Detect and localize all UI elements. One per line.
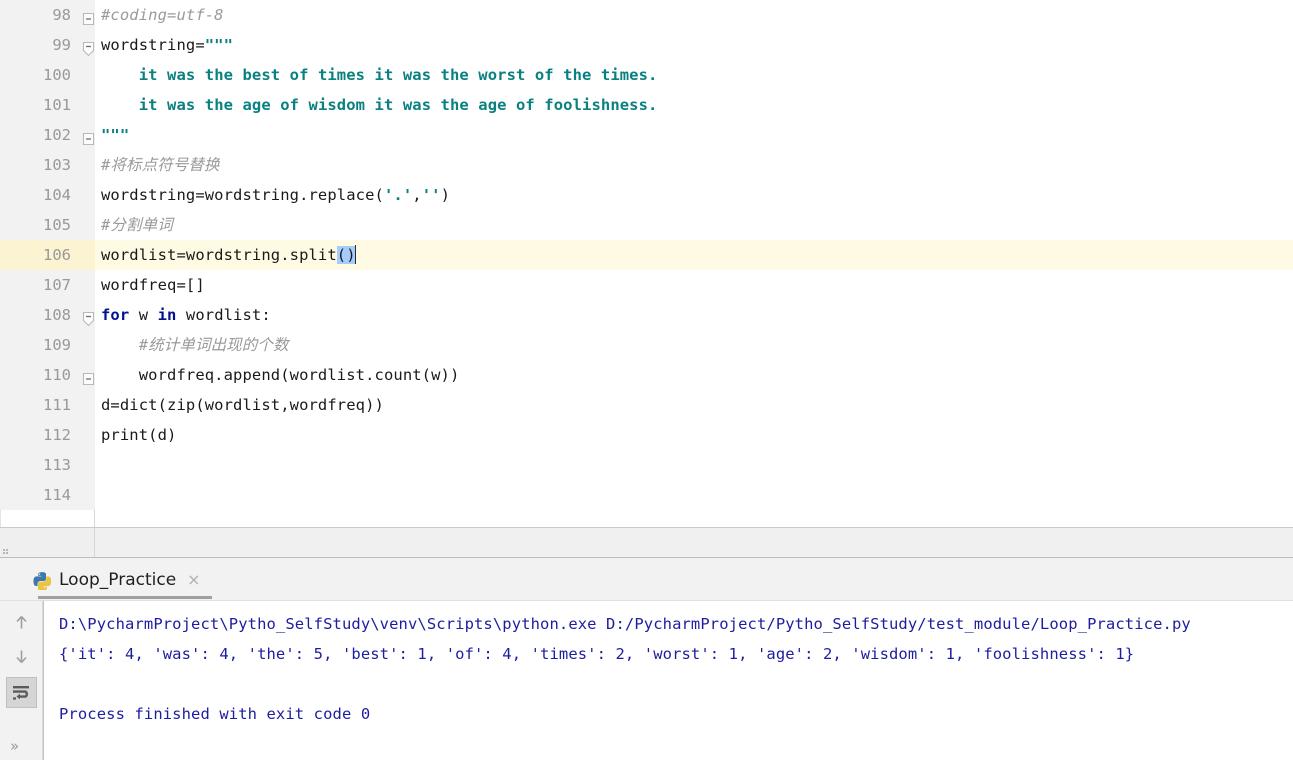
line-number: 102: [0, 120, 95, 150]
text-caret: [354, 245, 357, 264]
fold-collapse-icon[interactable]: [80, 37, 95, 57]
line-number: 111: [0, 390, 95, 420]
code-text[interactable]: wordstring=wordstring.replace('.',''): [95, 180, 1293, 210]
code-text[interactable]: d=dict(zip(wordlist,wordfreq)): [95, 390, 1293, 420]
fold-end-icon[interactable]: [80, 367, 95, 386]
code-text[interactable]: it was the age of wisdom it was the age …: [95, 90, 1293, 120]
line-number: 104: [0, 180, 95, 210]
code-line-103[interactable]: 103 #将标点符号替换: [0, 150, 1293, 180]
text-selection[interactable]: (): [336, 246, 356, 264]
code-line-107[interactable]: 107 wordfreq=[]: [0, 270, 1293, 300]
more-options-icon[interactable]: »: [10, 737, 19, 755]
code-line-112[interactable]: 112 print(d): [0, 420, 1293, 450]
code-line-108[interactable]: 108 for w in wordlist:: [0, 300, 1293, 330]
fold-collapse-icon[interactable]: [80, 307, 95, 327]
console-toolbar: »: [0, 601, 43, 760]
console-line-0: D:\PycharmProject\Pytho_SelfStudy\venv\S…: [59, 615, 1191, 633]
line-number: 110: [0, 360, 95, 390]
line-number: 114: [0, 480, 95, 510]
code-line-104[interactable]: 104 wordstring=wordstring.replace('.',''): [0, 180, 1293, 210]
python-icon: [32, 571, 52, 591]
code-text[interactable]: [95, 480, 1293, 510]
code-text[interactable]: #分割单词: [95, 210, 1293, 240]
console-line-1: {'it': 4, 'was': 4, 'the': 5, 'best': 1,…: [59, 645, 1135, 663]
code-text[interactable]: wordfreq=[]: [95, 270, 1293, 300]
line-number: 98: [0, 0, 95, 30]
code-text[interactable]: wordstring=""": [95, 30, 1293, 60]
code-line-111[interactable]: 111 d=dict(zip(wordlist,wordfreq)): [0, 390, 1293, 420]
fold-end-icon[interactable]: [80, 127, 95, 146]
code-lines[interactable]: 98 #coding=utf-8 99 wordstring=""" 100 it wa…: [0, 0, 1293, 510]
line-number: 112: [0, 420, 95, 450]
console-output[interactable]: D:\PycharmProject\Pytho_SelfStudy\venv\S…: [44, 601, 1293, 760]
line-number: 106: [0, 240, 95, 270]
code-line-105[interactable]: 105 #分割单词: [0, 210, 1293, 240]
console-tab-bar: : Loop_Practice ×: [0, 558, 1293, 601]
code-text[interactable]: """: [95, 120, 1293, 150]
editor-console-splitter[interactable]: [0, 527, 1293, 558]
code-text[interactable]: #coding=utf-8: [95, 0, 1293, 30]
code-text[interactable]: for w in wordlist:: [95, 300, 1293, 330]
code-editor[interactable]: 98 #coding=utf-8 99 wordstring=""" 100 it wa…: [0, 0, 1293, 527]
line-number: 108: [0, 300, 95, 330]
code-line-110[interactable]: 110 wordfreq.append(wordlist.count(w)): [0, 360, 1293, 390]
scroll-up-button[interactable]: [6, 607, 37, 638]
line-number: 103: [0, 150, 95, 180]
console-tab-loop-practice[interactable]: Loop_Practice ×: [24, 560, 212, 600]
code-line-114[interactable]: 114: [0, 480, 1293, 510]
code-line-98[interactable]: 98 #coding=utf-8: [0, 0, 1293, 30]
line-number: 100: [0, 60, 95, 90]
code-text[interactable]: [95, 450, 1293, 480]
code-line-106[interactable]: 106 wordlist=wordstring.split(): [0, 240, 1293, 270]
code-text[interactable]: wordlist=wordstring.split(): [95, 240, 1293, 270]
code-text[interactable]: wordfreq.append(wordlist.count(w)): [95, 360, 1293, 390]
line-number: 113: [0, 450, 95, 480]
line-number: 99: [0, 30, 95, 60]
line-number: 101: [0, 90, 95, 120]
console-line-3: Process finished with exit code 0: [59, 705, 371, 723]
line-number: 105: [0, 210, 95, 240]
code-text[interactable]: #将标点符号替换: [95, 150, 1293, 180]
console-line-2: [59, 669, 1293, 699]
code-text[interactable]: it was the best of times it was the wors…: [95, 60, 1293, 90]
code-line-99[interactable]: 99 wordstring=""": [0, 30, 1293, 60]
soft-wrap-icon[interactable]: [6, 677, 37, 708]
line-number: 109: [0, 330, 95, 360]
tab-active-underline: [38, 596, 212, 599]
code-line-113[interactable]: 113: [0, 450, 1293, 480]
line-number: 107: [0, 270, 95, 300]
code-line-109[interactable]: 109 #统计单词出现的个数: [0, 330, 1293, 360]
code-text[interactable]: print(d): [95, 420, 1293, 450]
console-tab-title: Loop_Practice: [59, 570, 177, 590]
code-line-101[interactable]: 101 it was the age of wisdom it was the …: [0, 90, 1293, 120]
close-icon[interactable]: ×: [187, 572, 200, 588]
code-line-102[interactable]: 102 """: [0, 120, 1293, 150]
code-line-100[interactable]: 100 it was the best of times it was the …: [0, 60, 1293, 90]
splitter-gutter-stub: [0, 528, 95, 557]
fold-end-icon[interactable]: [80, 7, 95, 26]
pycharm-window: 98 #coding=utf-8 99 wordstring=""" 100 it wa…: [0, 0, 1293, 760]
code-text[interactable]: #统计单词出现的个数: [95, 330, 1293, 360]
run-console-panel: : Loop_Practice ×: [0, 558, 1293, 760]
scroll-down-button[interactable]: [6, 641, 37, 672]
splitter-handle[interactable]: [3, 549, 10, 556]
